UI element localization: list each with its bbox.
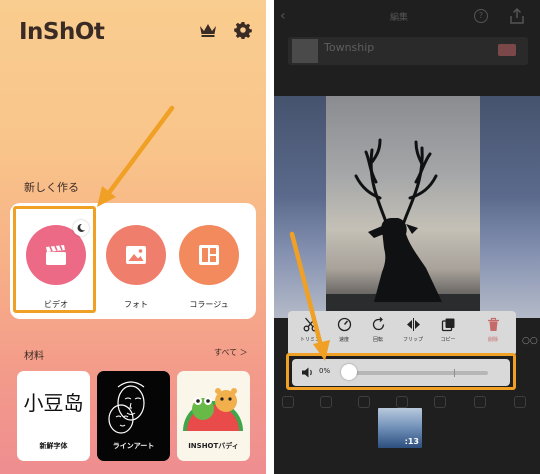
font-sample: 小豆岛 [23, 391, 84, 415]
blur-background-right [480, 96, 540, 318]
timeline-clip-thumbnail[interactable]: :13 [378, 408, 422, 448]
more-icon[interactable]: ○○ [522, 336, 538, 346]
flip-label: フリップ [402, 337, 423, 343]
collage-button[interactable]: コラージュ [176, 225, 242, 310]
crown-icon[interactable] [199, 23, 217, 37]
effects-icon[interactable] [474, 396, 486, 408]
buddy-stickers-image [183, 388, 243, 431]
photo-label: フォト [124, 300, 148, 309]
text-icon[interactable] [396, 396, 408, 408]
music-icon[interactable] [320, 396, 332, 408]
back-icon[interactable]: ‹ [280, 8, 286, 24]
flip-button[interactable]: フリップ [395, 317, 431, 343]
video-highlight-box [13, 206, 96, 313]
gear-icon[interactable] [234, 21, 252, 39]
speed-label: 速度 [338, 337, 349, 343]
delete-label: 削除 [487, 337, 498, 343]
material-card-font[interactable]: 小豆岛 新鮮字体 [17, 371, 90, 461]
rotate-button[interactable]: 回転 [360, 317, 396, 343]
canvas-icon[interactable] [282, 396, 294, 408]
image-icon [126, 246, 146, 264]
volume-highlight-box [286, 353, 516, 390]
trash-icon [487, 317, 499, 331]
photo-circle[interactable] [106, 225, 166, 285]
sticker-icon[interactable] [358, 396, 370, 408]
material-label: INSHOTバディ [188, 442, 239, 450]
app-logo: InShOt [19, 19, 105, 45]
see-all-link[interactable]: すべて ＞ [214, 347, 248, 358]
share-icon[interactable] [510, 8, 524, 24]
music-track-name: Township [324, 41, 375, 54]
lineart-faces-image [108, 381, 145, 434]
scissors-icon [303, 317, 317, 332]
rotate-label: 回転 [372, 337, 383, 343]
flip-icon [406, 318, 420, 331]
editor-screen: ‹ 編集 ? Township トリミン 速度 回転 フリップ コピー 削除 ○… [274, 0, 540, 474]
material-label: 新鮮字体 [39, 442, 68, 450]
speedometer-icon [337, 317, 351, 332]
video-preview[interactable] [326, 96, 480, 318]
trim-label: トリミン [299, 337, 320, 343]
trim-button[interactable]: トリミン [292, 317, 328, 343]
home-screen: InShOt 新しく作る ビデオ フォト コラージュ 材料 すべて ＞ 小豆岛 … [0, 0, 266, 474]
material-card-buddy[interactable]: INSHOTバディ [177, 371, 250, 461]
filter-icon[interactable] [434, 396, 446, 408]
edit-toolbar: トリミン 速度 回転 フリップ コピー 削除 [288, 311, 516, 356]
collage-label: コラージュ [189, 300, 229, 309]
new-section-title: 新しく作る [24, 181, 79, 194]
speed-button[interactable]: 速度 [326, 317, 362, 343]
copy-label: コピー [440, 337, 456, 343]
help-icon[interactable]: ? [474, 9, 488, 23]
music-tag [498, 44, 516, 56]
copy-button[interactable]: コピー [430, 317, 466, 343]
deer-silhouette-image [326, 138, 480, 318]
editor-title: 編集 [390, 13, 409, 23]
collage-circle[interactable] [179, 225, 239, 285]
materials-section-title: 材料 [24, 351, 44, 362]
material-card-lineart[interactable]: ラインアート [97, 371, 170, 461]
material-label: ラインアート [112, 442, 155, 450]
delete-button[interactable]: 削除 [475, 317, 511, 343]
collage-icon [199, 245, 219, 265]
copy-icon [441, 318, 454, 332]
blur-background-left [274, 96, 326, 318]
photo-button[interactable]: フォト [103, 225, 169, 310]
rotate-icon [372, 317, 384, 331]
adjust-icon[interactable] [514, 396, 526, 408]
clip-duration: :13 [404, 437, 419, 446]
music-thumbnail [292, 39, 318, 63]
